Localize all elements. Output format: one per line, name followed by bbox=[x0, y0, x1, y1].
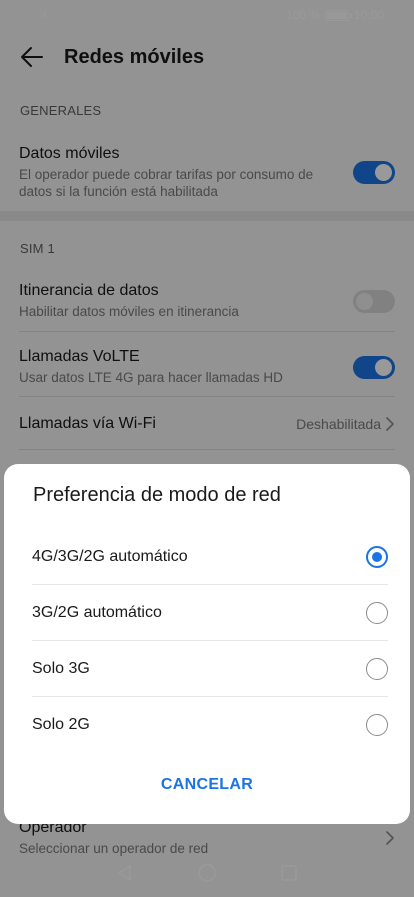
network-mode-dialog: Preferencia de modo de red 4G/3G/2G auto… bbox=[4, 464, 410, 824]
screen: ..ıl 100 % 10:00 Redes móviles GENERALES… bbox=[0, 0, 414, 897]
option-solo-2g[interactable]: Solo 2G bbox=[32, 697, 388, 753]
option-3g-2g-auto[interactable]: 3G/2G automático bbox=[32, 585, 388, 641]
radio-button-icon[interactable] bbox=[366, 658, 388, 680]
dialog-title: Preferencia de modo de red bbox=[33, 484, 281, 506]
nav-back-icon[interactable] bbox=[115, 863, 135, 883]
option-solo-3g[interactable]: Solo 3G bbox=[32, 641, 388, 697]
option-4g-3g-2g-auto[interactable]: 4G/3G/2G automático bbox=[32, 529, 388, 585]
nav-recents-icon[interactable] bbox=[279, 863, 299, 883]
radio-button-icon[interactable] bbox=[366, 546, 388, 568]
system-nav-bar bbox=[0, 849, 414, 897]
radio-button-icon[interactable] bbox=[366, 602, 388, 624]
radio-button-icon[interactable] bbox=[366, 714, 388, 736]
cancel-button[interactable]: CANCELAR bbox=[4, 776, 410, 794]
nav-home-icon[interactable] bbox=[197, 863, 217, 883]
